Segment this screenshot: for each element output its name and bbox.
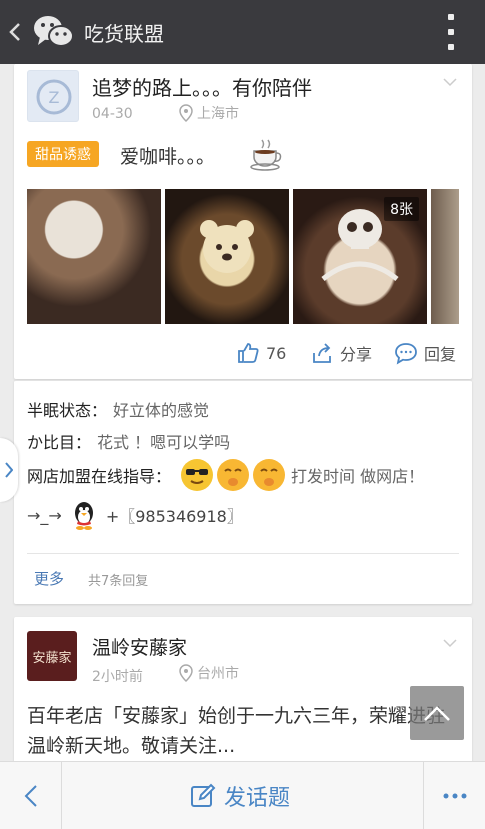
location-pin-icon [179, 104, 193, 122]
post-text: 爱咖啡。。。 [120, 146, 216, 168]
latte-photo-4[interactable] [431, 189, 459, 324]
share-icon [313, 343, 331, 363]
overflow-menu-icon[interactable] [447, 14, 455, 50]
reply-total: 共7条回复 [88, 574, 149, 589]
post-card[interactable]: 安藤家 温岭安藤家 2小时前 台州市 百年老店「安藤家」始创于一九六三年，荣耀进… [14, 617, 472, 777]
reply-text: 好立体的感觉 [113, 401, 210, 420]
post-date: 2小时前 [92, 669, 143, 685]
location-text: 台州市 [197, 666, 239, 682]
edit-pencil-icon [191, 783, 216, 807]
like-button[interactable]: 76 [236, 336, 286, 370]
back-chevron-icon [9, 23, 20, 41]
default-avatar-icon: Z [36, 79, 72, 115]
location-text: 上海市 [197, 106, 239, 122]
thumbs-up-icon [238, 343, 259, 363]
divider [27, 553, 459, 554]
latte-photo-3[interactable]: 8张 [293, 189, 427, 324]
photo-strip: 8张 [27, 189, 459, 324]
post-text: 百年老店「安藤家」始创于一九六三年，荣耀进驻温岭新天地。敬请关注... [27, 705, 446, 757]
shop-logo[interactable]: 安藤家 [27, 631, 77, 681]
page-title: 吃货联盟 [84, 21, 164, 46]
reply-item[interactable]: か比目： 花式 ！嗯可以学吗 [27, 429, 230, 453]
shy-face-emoji-icon [217, 459, 250, 491]
wechat-logo-icon [32, 12, 76, 52]
photo-count-badge: 8张 [384, 197, 419, 221]
reply-item[interactable]: 网店加盟在线指导： 打发时间 做网店！ [27, 459, 424, 491]
contact-text: +〖985346918〗 [105, 507, 243, 526]
latte-photo-1[interactable] [27, 189, 161, 324]
share-button[interactable]: 分享 [310, 336, 372, 370]
latte-photo-2[interactable] [165, 189, 289, 324]
shop-logo-text: 安藤家 [32, 650, 72, 666]
cool-face-emoji-icon [181, 459, 214, 491]
side-drawer-handle[interactable] [0, 438, 18, 502]
compose-topic-button[interactable]: 发话题 [190, 762, 290, 829]
reply-button[interactable]: 回复 [394, 336, 456, 370]
chevron-up-icon [424, 706, 450, 721]
more-replies-link[interactable]: 更多 [34, 568, 64, 589]
shy-face-emoji-icon [253, 459, 286, 491]
replies-card: 半眠状态： 好立体的感觉 か比目： 花式 ！嗯可以学吗 网店加盟在线指导： 打发… [14, 380, 472, 604]
reply-text: 花式 ！嗯可以学吗 [97, 433, 231, 452]
back-button[interactable] [0, 0, 30, 64]
chevron-down-icon[interactable] [442, 74, 458, 90]
more-dots-icon [443, 793, 466, 799]
arrow-text: →_→ [27, 505, 62, 525]
back-chevron-icon [24, 785, 37, 807]
scroll-to-top-button[interactable] [410, 686, 464, 740]
comment-bubble-icon [395, 343, 417, 365]
reply-text: 打发时间 做网店！ [291, 467, 425, 486]
coffee-cup-icon [250, 139, 282, 171]
chevron-down-icon[interactable] [442, 635, 458, 651]
location-pin-icon [179, 664, 193, 682]
svg-text:Z: Z [49, 88, 60, 107]
chevron-right-icon [5, 462, 13, 478]
reply-contact-line: →_→ +〖985346918〗 [27, 499, 243, 531]
reply-username[interactable]: 网店加盟在线指导： [27, 463, 171, 487]
bottom-bar: 发话题 [0, 761, 485, 829]
share-label: 分享 [340, 345, 373, 364]
like-count: 76 [266, 343, 287, 363]
post-location: 台州市 [179, 663, 239, 683]
bear-latte-art [200, 220, 254, 273]
reply-label: 回复 [424, 345, 457, 364]
top-bar: 吃货联盟 [0, 0, 485, 64]
reply-username[interactable]: 半眠状态： [27, 397, 107, 421]
post-card[interactable]: Z 追梦的路上。。。有你陪伴 04-30 上海市 甜品诱惑 爱咖啡。。。 8张 … [14, 64, 472, 379]
bottom-back-button[interactable] [0, 762, 62, 829]
compose-label: 发话题 [224, 786, 291, 811]
post-date: 04-30 [92, 106, 133, 122]
bottom-more-button[interactable] [423, 762, 485, 829]
reply-item[interactable]: 半眠状态： 好立体的感觉 [27, 397, 209, 421]
reply-username[interactable]: か比目： [27, 429, 91, 453]
post-location: 上海市 [179, 103, 239, 123]
topic-tag[interactable]: 甜品诱惑 [27, 141, 99, 167]
post-author[interactable]: 温岭安藤家 [92, 633, 187, 660]
avatar[interactable]: Z [27, 70, 79, 122]
post-author[interactable]: 追梦的路上。。。有你陪伴 [92, 72, 312, 101]
qq-penguin-icon [74, 502, 93, 530]
